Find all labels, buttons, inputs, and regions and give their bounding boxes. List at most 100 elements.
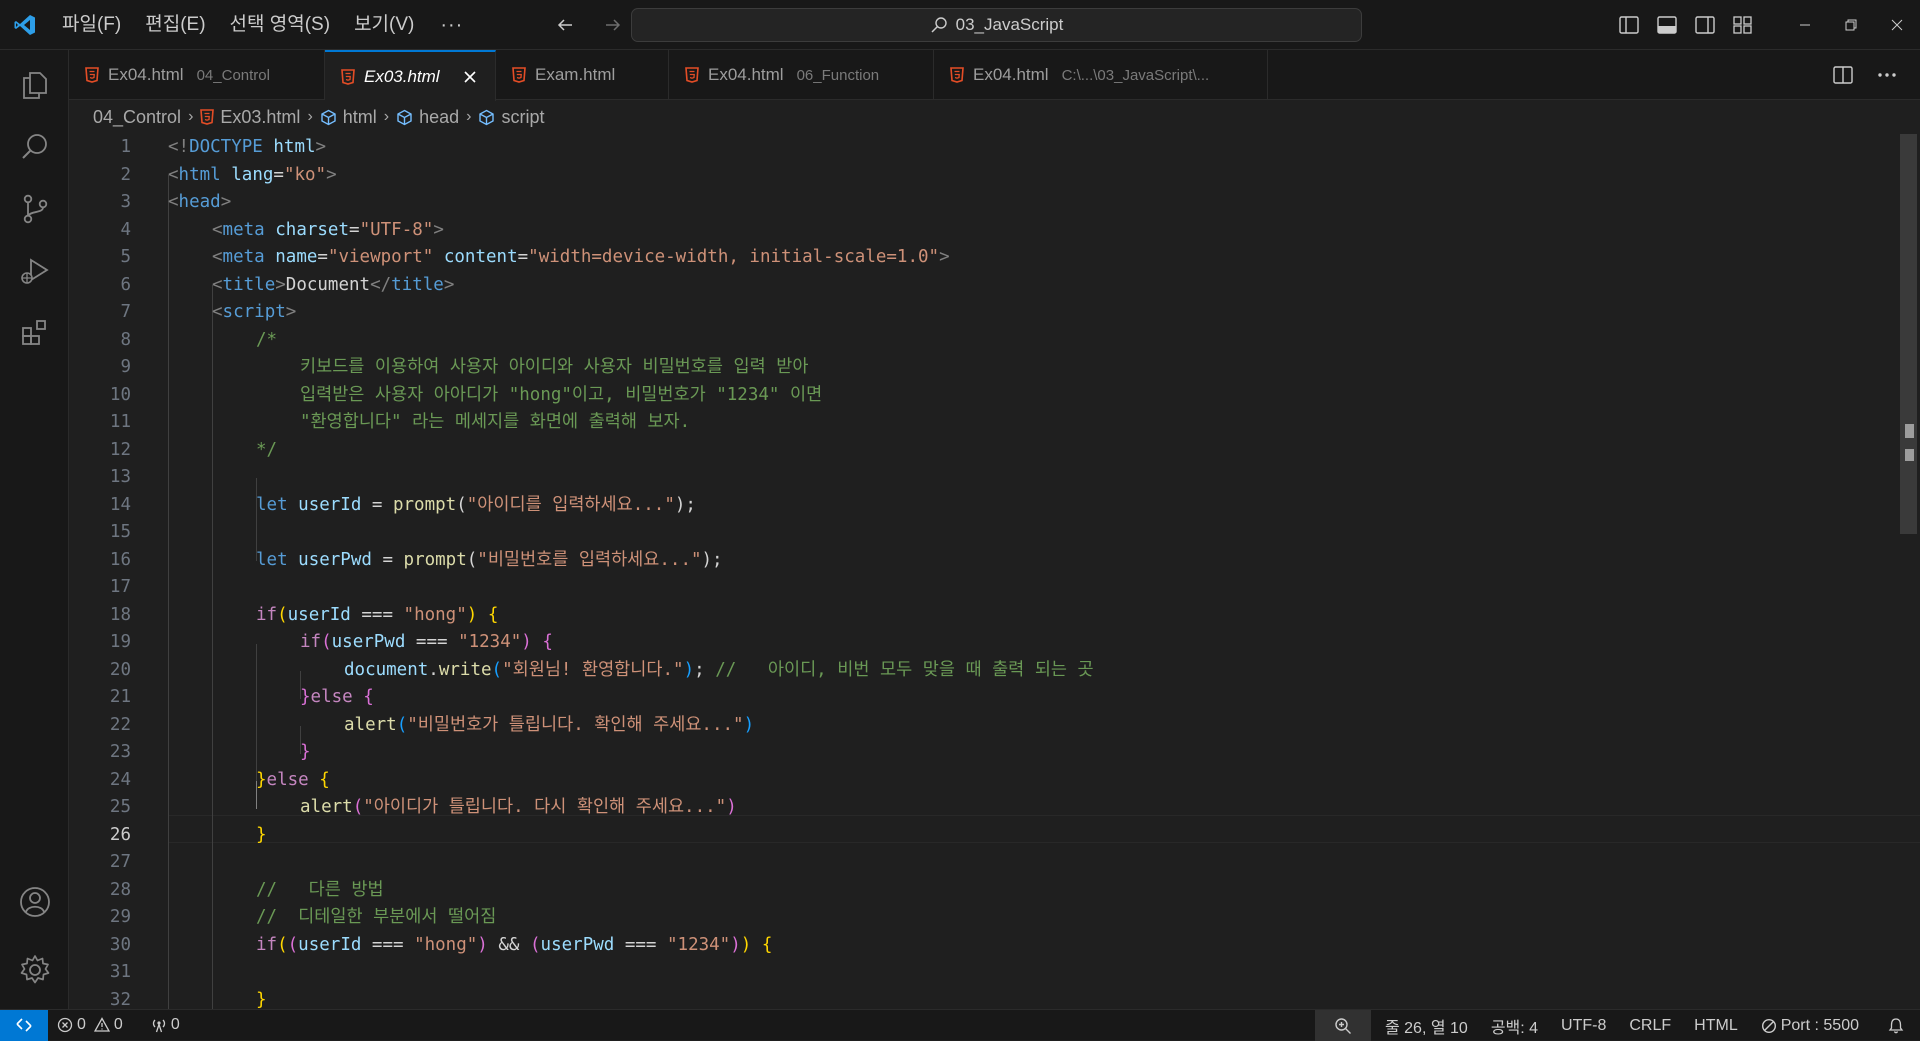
code-line[interactable]: 11 "환영합니다" 라는 메세지를 화면에 출력해 보자. (69, 409, 1899, 437)
problems-indicator[interactable]: 0 0 (48, 1010, 132, 1041)
code-line[interactable]: 27 (69, 849, 1899, 877)
customize-layout-icon[interactable] (1724, 8, 1762, 42)
code-line[interactable]: 24}else { (69, 767, 1899, 795)
code-line[interactable]: 29 // 디테일한 부분에서 떨어짐 (69, 904, 1899, 932)
settings-gear-icon[interactable] (0, 939, 69, 1001)
code-line[interactable]: 28 // 다른 방법 (69, 877, 1899, 905)
breadcrumb-symbol-head[interactable]: head (396, 107, 459, 128)
back-arrow-icon[interactable] (548, 8, 582, 42)
toggle-secondary-sidebar-icon[interactable] (1686, 8, 1724, 42)
code-line[interactable]: 19 if(userPwd === "1234") { (69, 629, 1899, 657)
menu-more-button[interactable]: ··· (426, 8, 477, 42)
tab-ex04-control[interactable]: Ex04.html 04_Control (69, 50, 325, 100)
code-line[interactable]: 3 <head> (69, 189, 1899, 217)
code-line[interactable]: 21}else { (69, 684, 1899, 712)
tab-ex04-function[interactable]: Ex04.html 06_Function (669, 50, 934, 100)
restore-icon[interactable] (1828, 0, 1874, 50)
code-token: "ko" (283, 164, 327, 185)
code-token: ) (743, 714, 755, 735)
language-mode[interactable]: HTML (1680, 1010, 1747, 1041)
cursor-position[interactable]: 줄 26, 열 10 (1371, 1010, 1477, 1041)
code-line[interactable]: 4 <meta charset="UTF-8"> (69, 217, 1899, 245)
code-line[interactable]: 25 alert("아이디가 틀립니다. 다시 확인해 주세요...") (69, 794, 1899, 822)
notifications-bell-icon[interactable] (1868, 1010, 1920, 1041)
more-actions-icon[interactable] (1868, 58, 1906, 92)
forward-arrow-icon[interactable] (596, 8, 630, 42)
code-line[interactable]: 30 if((userId === "hong") && (userPwd ===… (69, 932, 1899, 960)
accounts-icon[interactable] (0, 871, 69, 933)
code-token: === (405, 632, 459, 652)
eol-indicator[interactable]: CRLF (1615, 1010, 1680, 1041)
code-line[interactable]: 15 (69, 519, 1899, 547)
code-line[interactable]: 13 (69, 464, 1899, 492)
breadcrumb-symbol-html[interactable]: html (320, 107, 377, 128)
code-line[interactable]: 10 입력받은 사용자 아아디가 "hong"이고, 비밀번호가 "1234" 이… (69, 382, 1899, 410)
close-tab-icon[interactable] (459, 66, 481, 88)
explorer-icon[interactable] (0, 54, 69, 116)
code-editor[interactable]: 1 <!DOCTYPE html> 2 <html lang="ko"> 3 <head>… (69, 134, 1920, 1010)
menu-file[interactable]: 파일(F) (50, 8, 133, 42)
code-line[interactable]: 14 let userId = prompt("아이디를 입력하세요..."); (69, 492, 1899, 520)
code-line[interactable]: 26} (69, 822, 1899, 850)
ports-indicator[interactable]: 0 (142, 1010, 189, 1041)
line-number: 12 (109, 439, 131, 460)
code-line[interactable]: 31 (69, 959, 1899, 987)
zoom-icon[interactable] (1314, 1010, 1371, 1041)
scrollbar-thumb[interactable] (1900, 134, 1917, 534)
code-line[interactable]: 8 /* (69, 327, 1899, 355)
breadcrumb-symbol-script[interactable]: script (478, 106, 545, 128)
menu-edit[interactable]: 편집(E) (133, 8, 217, 42)
split-editor-icon[interactable] (1824, 58, 1862, 92)
breadcrumb-file[interactable]: Ex03.html (200, 107, 300, 128)
code-line[interactable]: 5 <meta name="viewport" content="width=de… (69, 244, 1899, 272)
code-token: < (168, 192, 179, 212)
code-line[interactable]: 22 alert("비밀번호가 틀립니다. 확인해 주세요...") (69, 712, 1899, 740)
line-number: 8 (120, 329, 131, 350)
breadcrumb-symbol-label: script (501, 106, 545, 127)
line-number: 21 (109, 687, 131, 707)
tab-ex04-javascript[interactable]: Ex04.html C:\...\03_JavaScript\... (934, 50, 1268, 100)
code-line[interactable]: 6 <title>Document</title> (69, 272, 1899, 300)
run-debug-icon[interactable] (0, 240, 69, 302)
command-center-search[interactable]: 03_JavaScript (631, 8, 1362, 42)
code-token: "회원님! 환영합니다." (502, 659, 684, 680)
line-number: 25 (109, 797, 131, 817)
code-token: "width=device-width, initial-scale=1.0" (528, 247, 940, 267)
code-line[interactable]: 17 (69, 574, 1899, 602)
close-window-icon[interactable] (1874, 0, 1920, 50)
code-line[interactable]: 12 */ (69, 437, 1899, 465)
code-token: } (300, 687, 311, 707)
code-line[interactable]: 18 if(userId === "hong") { (69, 602, 1899, 630)
code-line[interactable]: 7 <script> (69, 299, 1899, 327)
editor-scrollbar[interactable] (1896, 134, 1920, 1009)
minimize-icon[interactable] (1782, 0, 1828, 50)
code-token: > (275, 274, 286, 295)
code-token: "아이디가 틀립니다. 다시 확인해 주세요..." (363, 797, 727, 817)
code-token: "UTF-8" (359, 219, 434, 240)
encoding-indicator[interactable]: UTF-8 (1547, 1010, 1615, 1041)
live-server-port[interactable]: Port : 5500 (1747, 1010, 1868, 1041)
code-token: } (256, 989, 267, 1010)
code-line[interactable]: 16 let userPwd = prompt("비밀번호를 입력하세요...")… (69, 547, 1899, 575)
line-number: 27 (109, 852, 131, 872)
toggle-sidebar-icon[interactable] (1610, 8, 1648, 42)
remote-indicator-icon[interactable] (0, 1009, 48, 1041)
code-token: . (428, 659, 439, 680)
toggle-panel-icon[interactable] (1648, 8, 1686, 42)
tab-exam[interactable]: Exam.html (496, 50, 669, 100)
code-line[interactable]: 9 키보드를 이용하여 사용자 아이디와 사용자 비밀번호를 입력 받아 (69, 354, 1899, 382)
search-icon[interactable] (0, 116, 69, 178)
code-line[interactable]: 20 document.write("회원님! 환영합니다."); // 아이디,… (69, 657, 1899, 685)
menu-view[interactable]: 보기(V) (342, 8, 426, 42)
tab-ex03[interactable]: Ex03.html (325, 50, 496, 101)
code-line[interactable]: 2 <html lang="ko"> (69, 162, 1899, 190)
source-control-icon[interactable] (0, 178, 69, 240)
menu-selection[interactable]: 선택 영역(S) (218, 8, 343, 42)
extensions-icon[interactable] (0, 302, 69, 364)
code-line[interactable]: 23} (69, 739, 1899, 767)
breadcrumb-folder[interactable]: 04_Control (93, 107, 181, 128)
code-token: === (614, 934, 667, 955)
code-line[interactable]: 1 <!DOCTYPE html> (69, 134, 1899, 162)
indentation-indicator[interactable]: 공백: 4 (1477, 1010, 1547, 1041)
